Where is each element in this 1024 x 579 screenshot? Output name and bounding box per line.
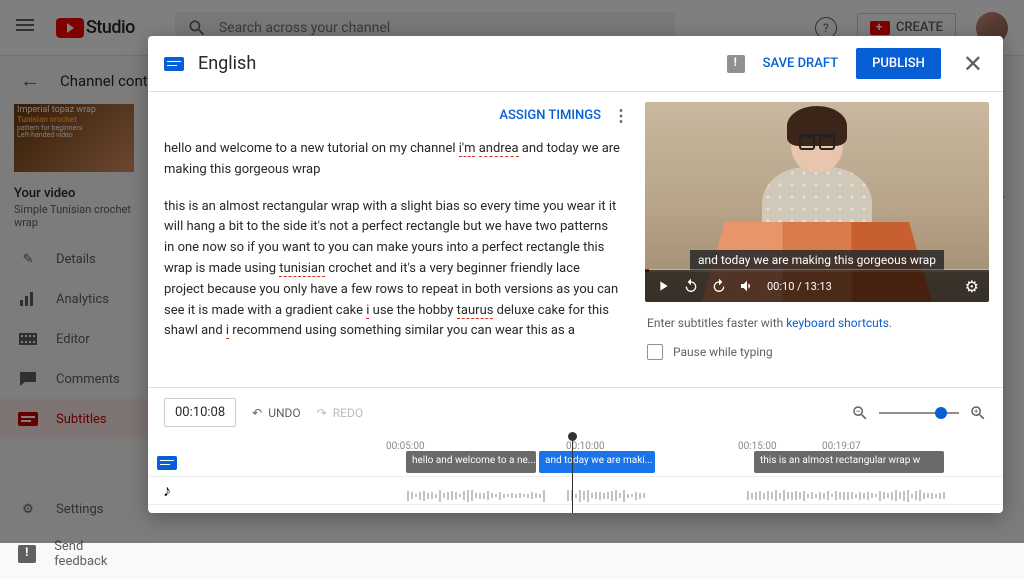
shortcut-tip: Enter subtitles faster with keyboard sho…	[647, 316, 987, 330]
waveform	[566, 485, 646, 497]
forward-icon[interactable]	[711, 278, 727, 294]
feedback-icon[interactable]	[727, 55, 745, 73]
caption-track[interactable]: hello and welcome to a ne...and today we…	[148, 449, 1003, 477]
undo-button[interactable]: ↶ UNDO	[252, 406, 301, 420]
subtitle-dialog: English SAVE DRAFT PUBLISH ✕ ASSIGN TIMI…	[148, 36, 1003, 513]
preview-panel: and today we are making this gorgeous wr…	[645, 92, 1003, 387]
waveform	[406, 485, 546, 497]
waveform	[746, 485, 946, 497]
volume-icon[interactable]	[739, 278, 755, 294]
rewind-icon[interactable]	[683, 278, 699, 294]
assign-timings-button[interactable]: ASSIGN TIMINGS	[499, 108, 601, 123]
feedback-icon	[18, 544, 36, 564]
redo-button[interactable]: ↷ REDO	[317, 406, 363, 420]
zoom-out-icon[interactable]	[851, 404, 869, 422]
video-preview[interactable]: and today we are making this gorgeous wr…	[645, 102, 989, 302]
transcript-panel: ASSIGN TIMINGS ⋮ hello and welcome to a …	[148, 92, 645, 387]
save-draft-button[interactable]: SAVE DRAFT	[763, 56, 838, 71]
more-icon[interactable]: ⋮	[613, 106, 629, 125]
timeline-tracks: hello and welcome to a ne...and today we…	[148, 449, 1003, 513]
pause-label: Pause while typing	[673, 345, 773, 359]
shortcuts-link[interactable]: keyboard shortcuts	[786, 316, 889, 330]
zoom-slider[interactable]	[879, 412, 959, 414]
dialog-title: English	[198, 53, 256, 74]
publish-button[interactable]: PUBLISH	[856, 48, 941, 79]
caption-clip[interactable]: and today we are maki...	[539, 451, 655, 473]
video-caption: and today we are making this gorgeous wr…	[690, 250, 944, 270]
pause-option: Pause while typing	[647, 344, 987, 360]
timecode-input[interactable]: 00:10:08	[164, 398, 236, 427]
audio-track[interactable]: ♪	[148, 477, 1003, 505]
close-icon[interactable]: ✕	[959, 50, 987, 78]
caption-clip[interactable]: this is an almost rectangular wrap w	[754, 451, 944, 473]
subtitles-icon	[164, 57, 184, 71]
zoom-in-icon[interactable]	[969, 404, 987, 422]
play-icon[interactable]	[655, 278, 671, 294]
subtitles-icon	[157, 456, 177, 470]
settings-icon[interactable]: ⚙	[965, 277, 979, 296]
timeline-ruler: 00:05:00 00:10:00 00:15:00 00:19:07	[148, 437, 1003, 449]
dialog-header: English SAVE DRAFT PUBLISH ✕	[148, 36, 1003, 92]
sidebar-item-label: Send feedback	[54, 539, 132, 569]
video-controls: 00:10 / 13:13 ⚙	[645, 270, 989, 302]
pause-checkbox[interactable]	[647, 344, 663, 360]
transcript-text[interactable]: hello and welcome to a new tutorial on m…	[164, 139, 629, 387]
caption-clip[interactable]: hello and welcome to a ne...	[406, 451, 536, 473]
video-time: 00:10 / 13:13	[767, 280, 832, 293]
timeline-toolbar: 00:10:08 ↶ UNDO ↷ REDO	[148, 387, 1003, 437]
music-icon: ♪	[148, 481, 186, 501]
